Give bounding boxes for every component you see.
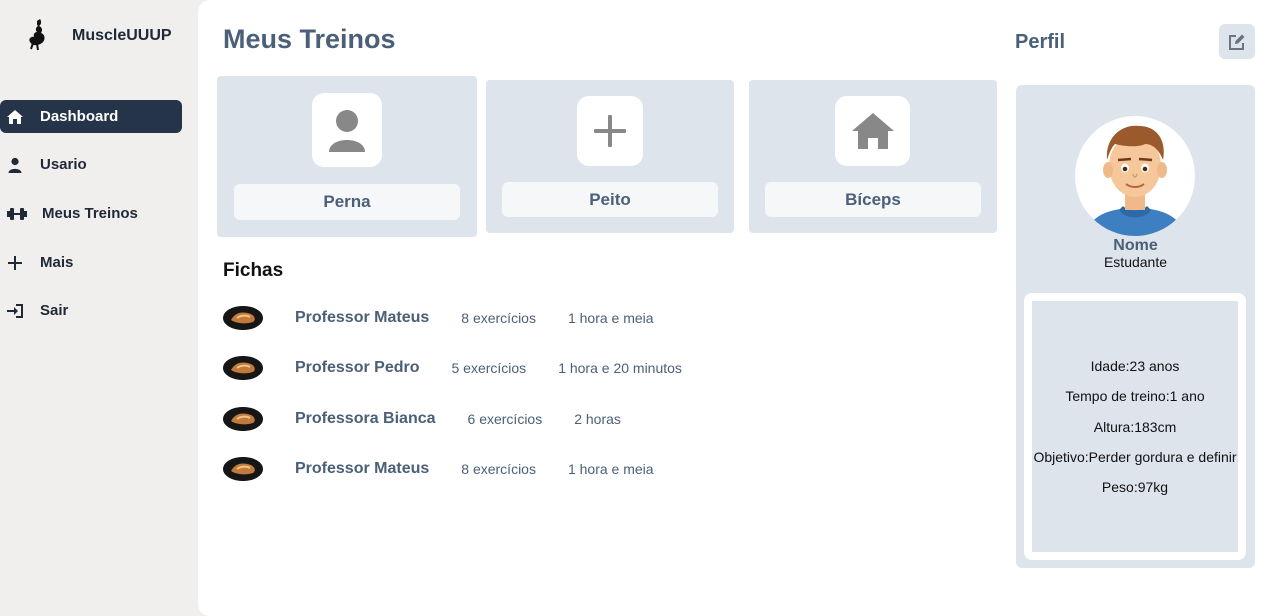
sidebar-item-usario[interactable]: Usario [0,148,182,181]
profile-training-time: Tempo de treino:1 ano [1065,388,1205,404]
avatar [1075,116,1195,236]
edit-profile-button[interactable] [1219,24,1255,59]
ficha-row[interactable]: Professor Mateus 8 exercícios 1 hora e m… [223,305,654,331]
ficha-name: Professora Bianca [295,410,436,427]
ficha-duration: 2 horas [574,411,621,427]
fichas-title: Fichas [223,260,284,281]
workout-card-perna[interactable]: Perna [217,76,477,237]
sidebar-item-label: Dashboard [40,108,119,125]
ficha-name: Professor Pedro [295,359,420,376]
home-icon [6,108,24,126]
ficha-avatar [223,356,263,380]
ficha-duration: 1 hora e 20 minutos [558,360,682,376]
ficha-avatar [223,457,263,481]
workout-card-biceps[interactable]: Bíceps [749,80,997,233]
sidebar-item-label: Mais [40,254,74,271]
home-icon [835,96,910,166]
ficha-row[interactable]: Professor Pedro 5 exercícios 1 hora e 20… [223,355,682,381]
profile-title: Perfil [1015,31,1066,53]
ficha-name: Professor Mateus [295,460,430,477]
plus-icon [577,96,643,166]
workout-card-peito[interactable]: Peito [486,80,734,233]
sidebar-item-label: Meus Treinos [42,205,138,222]
sidebar-item-meus-treinos[interactable]: Meus Treinos [0,197,182,230]
ficha-exercises: 8 exercícios [461,461,536,477]
plus-icon [6,254,24,272]
sign-out-icon [6,302,24,320]
ficha-exercises: 6 exercícios [467,411,543,427]
ficha-row[interactable]: Professor Mateus 8 exercícios 1 hora e m… [223,456,654,482]
profile-weight: Peso:97kg [1101,479,1169,495]
sidebar-item-mais[interactable]: Mais [0,246,182,279]
muscle-logo-icon [29,19,45,51]
ficha-duration: 1 hora e meia [567,310,654,326]
card-label: Bíceps [765,182,981,217]
page-title: Meus Treinos [223,24,396,54]
profile-goal: Objetivo:Perder gordura e definir [1033,449,1237,465]
profile-age: Idade:23 anos [1090,358,1180,374]
profile-height: Altura:183cm [1093,419,1177,435]
profile-name: Nome [1113,237,1158,254]
brand[interactable]: MuscleUUUP [24,16,172,52]
sidebar: MuscleUUUP Dashboard Usario Meus Treinos… [0,0,198,616]
sidebar-item-label: Sair [40,302,69,319]
sidebar-item-sair[interactable]: Sair [0,294,182,327]
user-icon [6,156,24,174]
profile-info-panel: Idade:23 anos Tempo de treino:1 ano Altu… [1032,301,1238,552]
ficha-avatar [223,407,263,431]
ficha-exercises: 5 exercícios [451,360,527,376]
ficha-duration: 1 hora e meia [567,461,654,477]
ficha-row[interactable]: Professora Bianca 6 exercícios 2 horas [223,406,621,432]
ficha-exercises: 8 exercícios [461,310,536,326]
ficha-name: Professor Mateus [295,309,430,326]
main-panel: Meus Treinos Perna Peito Bíceps Fichas P… [198,0,1280,616]
card-label: Perna [234,184,460,220]
sidebar-item-dashboard[interactable]: Dashboard [0,100,182,133]
card-label: Peito [502,182,718,217]
user-icon [312,93,382,167]
sidebar-item-label: Usario [40,156,87,173]
edit-icon [1229,34,1245,50]
profile-role: Estudante [1103,254,1168,270]
ficha-avatar [223,306,263,330]
profile-card: Nome Estudante Idade:23 anos Tempo de tr… [1016,85,1255,568]
brand-name: MuscleUUUP [72,27,172,44]
profile-info-frame: Idade:23 anos Tempo de treino:1 ano Altu… [1024,293,1246,560]
dumbbell-icon [6,205,28,223]
